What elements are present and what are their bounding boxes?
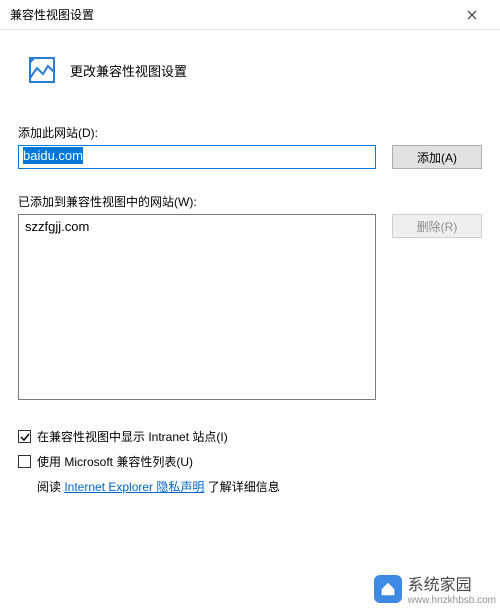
privacy-link-row: 阅读 Internet Explorer 隐私声明 了解详细信息 xyxy=(37,478,482,495)
titlebar: 兼容性视图设置 xyxy=(0,0,500,30)
mslist-checkbox[interactable] xyxy=(18,455,31,468)
header-row: 更改兼容性视图设置 xyxy=(28,56,482,84)
compat-view-icon xyxy=(28,56,56,84)
privacy-link[interactable]: Internet Explorer 隐私声明 xyxy=(64,480,204,494)
watermark-badge-icon xyxy=(374,575,402,603)
intranet-checkbox[interactable] xyxy=(18,430,31,443)
close-button[interactable] xyxy=(452,1,492,29)
add-button[interactable]: 添加(A) xyxy=(392,145,482,169)
link-suffix: 了解详细信息 xyxy=(204,480,279,494)
remove-button: 删除(R) xyxy=(392,214,482,238)
header-title: 更改兼容性视图设置 xyxy=(70,61,187,80)
added-sites-listbox[interactable]: szzfgjj.com xyxy=(18,214,376,400)
mslist-checkbox-label: 使用 Microsoft 兼容性列表(U) xyxy=(37,453,193,470)
window-title: 兼容性视图设置 xyxy=(10,6,94,23)
link-prefix: 阅读 xyxy=(37,480,64,494)
watermark: 系统家园 www.hnzkhbsb.com xyxy=(374,571,496,606)
intranet-checkbox-label: 在兼容性视图中显示 Intranet 站点(I) xyxy=(37,428,228,445)
add-website-label: 添加此网站(D): xyxy=(18,124,482,141)
list-item[interactable]: szzfgjj.com xyxy=(25,217,369,237)
dialog-content: 更改兼容性视图设置 添加此网站(D): baidu.com 添加(A) 已添加到… xyxy=(0,30,500,495)
close-icon xyxy=(467,10,477,20)
watermark-sub: www.hnzkhbsb.com xyxy=(408,595,496,606)
add-website-input[interactable]: baidu.com xyxy=(18,145,376,169)
input-selection: baidu.com xyxy=(23,147,83,164)
watermark-text: 系统家园 xyxy=(408,571,496,595)
added-sites-label: 已添加到兼容性视图中的网站(W): xyxy=(18,193,482,210)
check-icon xyxy=(20,432,30,442)
